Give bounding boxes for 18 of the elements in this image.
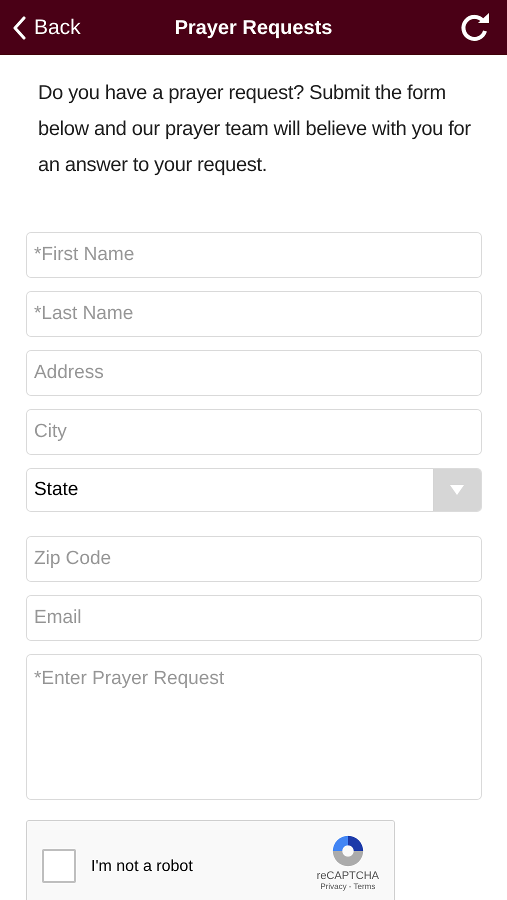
input-field[interactable]: *Last Name — [26, 291, 482, 337]
privacy-terms-links[interactable]: Privacy - Terms — [320, 882, 376, 892]
input-field[interactable]: *First Name — [26, 232, 482, 278]
chevron-left-icon — [12, 16, 26, 40]
page-title: Prayer Requests — [174, 16, 332, 40]
refresh-icon[interactable] — [459, 12, 491, 42]
captcha-checkbox[interactable] — [42, 849, 76, 883]
intro-text: Do you have a prayer request? Submit the form below and our prayer team will believe with you for an answer to your request. — [37, 81, 472, 178]
recaptcha-brand: reCAPTCHA — [316, 870, 379, 882]
input-field[interactable]: Email — [26, 595, 482, 641]
caret-down-icon — [449, 484, 465, 496]
input-field[interactable]: City — [26, 409, 482, 455]
back-button[interactable]: Back — [12, 12, 81, 44]
state-dropdown[interactable]: State — [26, 468, 482, 512]
input-field[interactable]: Address — [26, 350, 482, 396]
prayer-request-field[interactable]: *Enter Prayer Request — [26, 654, 482, 800]
input-field[interactable]: Zip Code — [26, 536, 482, 582]
captcha-label: I'm not a robot — [91, 857, 193, 877]
